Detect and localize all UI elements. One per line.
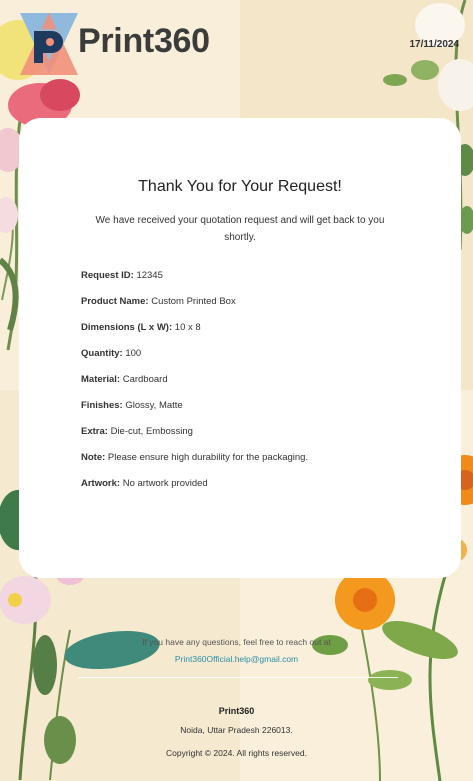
contact-email-link[interactable]: Print360Official.help@gmail.com	[175, 652, 298, 666]
print360-logo-icon	[20, 13, 78, 75]
detail-label: Dimensions (L x W):	[81, 322, 173, 333]
detail-value: 10 x 8	[174, 322, 201, 333]
detail-label: Request ID:	[81, 270, 134, 281]
contact-section: If you have any questions, feel free to …	[0, 636, 473, 667]
detail-label: Quantity:	[81, 348, 123, 359]
detail-value: Cardboard	[122, 374, 168, 385]
brand-name: Print360	[78, 22, 210, 60]
detail-artwork: Artwork: No artwork provided	[81, 477, 421, 503]
request-date: 17/11/2024	[409, 39, 460, 50]
detail-label: Artwork:	[81, 478, 121, 489]
detail-value: 100	[125, 348, 142, 359]
detail-value: Custom Printed Box	[151, 296, 236, 307]
detail-extra: Extra: Die-cut, Embossing	[81, 425, 421, 451]
detail-dimensions: Dimensions (L x W): 10 x 8	[81, 321, 421, 347]
contact-text: If you have any questions, feel free to …	[142, 637, 331, 647]
confirmation-card: Thank You for Your Request! We have rece…	[19, 118, 461, 578]
detail-label: Material:	[81, 374, 121, 385]
detail-label: Finishes:	[81, 400, 123, 411]
detail-label: Extra:	[81, 426, 108, 437]
detail-value: Die-cut, Embossing	[110, 426, 193, 437]
request-details-list: Request ID: 12345 Product Name: Custom P…	[81, 269, 421, 503]
detail-finishes: Finishes: Glossy, Matte	[81, 399, 421, 425]
detail-material: Material: Cardboard	[81, 373, 421, 399]
detail-value: No artwork provided	[122, 478, 208, 489]
detail-value: Please ensure high durability for the pa…	[107, 452, 309, 463]
footer-address: Noida, Uttar Pradesh 226013.	[180, 725, 293, 735]
detail-value: Glossy, Matte	[125, 400, 183, 411]
detail-label: Note:	[81, 452, 106, 463]
detail-request-id: Request ID: 12345	[81, 269, 421, 295]
detail-product-name: Product Name: Custom Printed Box	[81, 295, 421, 321]
footer-company-name: Print360	[218, 706, 255, 716]
detail-label: Product Name:	[81, 296, 149, 307]
detail-note: Note: Please ensure high durability for …	[81, 451, 421, 477]
footer-divider	[78, 677, 398, 678]
footer-copyright: Copyright © 2024. All rights reserved.	[166, 748, 307, 758]
detail-quantity: Quantity: 100	[81, 347, 421, 373]
detail-value: 12345	[136, 270, 163, 281]
card-title: Thank You for Your Request!	[138, 178, 342, 195]
card-message: We have received your quotation request …	[95, 215, 385, 243]
